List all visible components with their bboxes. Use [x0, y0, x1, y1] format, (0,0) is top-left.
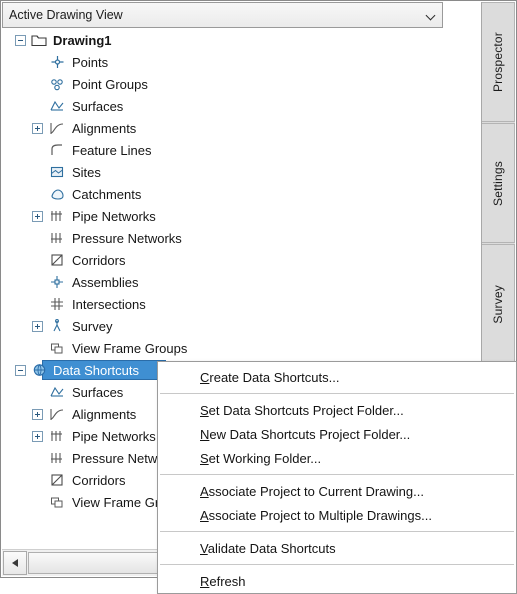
tree-item-ds-surfaces-label: Surfaces: [72, 384, 124, 400]
pipe-networks-icon: [49, 208, 66, 224]
pressure-networks-icon: [49, 230, 66, 246]
tree-item-survey[interactable]: Survey: [2, 315, 443, 337]
tree-item-catchments[interactable]: Catchments: [2, 183, 443, 205]
menu-item-refresh[interactable]: Refresh: [158, 569, 516, 593]
view-frame-groups-icon: [49, 340, 66, 356]
expander-plus-icon[interactable]: [32, 210, 43, 222]
menu-item-associate-project-to-multiple-drawings-label: Associate Project to Multiple Drawings..…: [200, 507, 432, 523]
expander-plus-icon[interactable]: [32, 430, 43, 442]
expander-plus-icon[interactable]: [32, 320, 43, 332]
tab-settings[interactable]: Settings: [482, 123, 515, 243]
tree-item-drawing1-label: Drawing1: [53, 32, 112, 48]
feature-lines-icon: [49, 142, 66, 158]
expander-minus-icon[interactable]: [15, 364, 26, 376]
menu-item-create-data-shortcuts[interactable]: Create Data Shortcuts...: [158, 365, 516, 389]
drawing-icon: [31, 32, 48, 48]
menu-separator: [160, 531, 514, 532]
menu-item-associate-project-to-multiple-drawings[interactable]: Associate Project to Multiple Drawings..…: [158, 503, 516, 527]
prospector-panel: Active Drawing View Prospector Settings …: [0, 0, 517, 594]
intersections-icon: [49, 296, 66, 312]
active-drawing-view-label: Active Drawing View: [9, 8, 123, 22]
tree-item-feature-lines-label: Feature Lines: [72, 142, 152, 158]
data-shortcuts-icon: [31, 362, 48, 378]
tab-prospector-label: Prospector: [491, 31, 505, 93]
view-frame-groups-icon: [49, 494, 66, 510]
chevron-down-icon[interactable]: [420, 3, 442, 27]
tree-item-pressure-networks-label: Pressure Networks: [72, 230, 182, 246]
tree-item-assemblies[interactable]: Assemblies: [2, 271, 443, 293]
data-shortcuts-context-menu[interactable]: Create Data Shortcuts... Set Data Shortc…: [157, 361, 517, 594]
menu-item-refresh-label: Refresh: [200, 573, 246, 589]
tree-item-catchments-label: Catchments: [72, 186, 142, 202]
tree-item-assemblies-label: Assemblies: [72, 274, 139, 290]
tree-item-sites-label: Sites: [72, 164, 101, 180]
tree-item-alignments[interactable]: Alignments: [2, 117, 443, 139]
alignments-icon: [49, 406, 66, 422]
assemblies-icon: [49, 274, 66, 290]
corridors-icon: [49, 252, 66, 268]
surfaces-icon: [49, 98, 66, 114]
menu-item-associate-project-to-current-drawing[interactable]: Associate Project to Current Drawing...: [158, 479, 516, 503]
tree-item-points-label: Points: [72, 54, 109, 70]
menu-item-validate-data-shortcuts[interactable]: Validate Data Shortcuts: [158, 536, 516, 560]
expander-minus-icon[interactable]: [15, 34, 26, 46]
menu-item-set-working-folder-label: Set Working Folder...: [200, 450, 322, 466]
tree-item-sites[interactable]: Sites: [2, 161, 443, 183]
tree-item-survey-label: Survey: [72, 318, 113, 334]
tree-item-view-frame-groups-label: View Frame Groups: [72, 340, 188, 356]
menu-item-set-data-shortcuts-project-folder[interactable]: Set Data Shortcuts Project Folder...: [158, 398, 516, 422]
pressure-networks-icon: [49, 450, 66, 466]
tree-item-ds-alignments-label: Alignments: [72, 406, 137, 422]
menu-item-validate-data-shortcuts-label: Validate Data Shortcuts: [200, 540, 336, 556]
menu-item-associate-project-to-current-drawing-label: Associate Project to Current Drawing...: [200, 483, 424, 499]
tree-item-ds-pipe-networks-label: Pipe Networks: [72, 428, 156, 444]
surfaces-icon: [49, 384, 66, 400]
expander-plus-icon[interactable]: [32, 122, 43, 134]
tree-item-alignments-label: Alignments: [72, 120, 137, 136]
tree-item-view-frame-groups[interactable]: View Frame Groups: [2, 337, 443, 359]
menu-item-new-data-shortcuts-project-folder[interactable]: New Data Shortcuts Project Folder...: [158, 422, 516, 446]
active-drawing-view-combobox[interactable]: Active Drawing View: [2, 2, 443, 28]
sites-icon: [49, 164, 66, 180]
menu-separator: [160, 393, 514, 394]
tree-item-intersections[interactable]: Intersections: [2, 293, 443, 315]
tab-settings-label: Settings: [491, 160, 505, 206]
tree-item-pressure-networks[interactable]: Pressure Networks: [2, 227, 443, 249]
tree-item-data-shortcuts-label: Data Shortcuts: [53, 362, 139, 378]
menu-separator: [160, 564, 514, 565]
scrollbar-thumb[interactable]: [28, 552, 158, 574]
tree-item-feature-lines[interactable]: Feature Lines: [2, 139, 443, 161]
menu-item-create-data-shortcuts-label: Create Data Shortcuts...: [200, 369, 340, 385]
point-groups-icon: [49, 76, 66, 92]
menu-separator: [160, 474, 514, 475]
menu-item-set-data-shortcuts-project-folder-label: Set Data Shortcuts Project Folder...: [200, 402, 404, 418]
tab-survey-label: Survey: [491, 284, 505, 324]
survey-icon: [49, 318, 66, 334]
tree-item-point-groups-label: Point Groups: [72, 76, 148, 92]
tree-item-surfaces-label: Surfaces: [72, 98, 124, 114]
tree-item-ds-corridors-label: Corridors: [72, 472, 126, 488]
alignments-icon: [49, 120, 66, 136]
tree-item-corridors[interactable]: Corridors: [2, 249, 443, 271]
menu-item-set-working-folder[interactable]: Set Working Folder...: [158, 446, 516, 470]
tree-item-intersections-label: Intersections: [72, 296, 146, 312]
expander-plus-icon[interactable]: [32, 408, 43, 420]
catchments-icon: [49, 186, 66, 202]
pipe-networks-icon: [49, 428, 66, 444]
tab-prospector[interactable]: Prospector: [482, 2, 515, 122]
menu-item-new-data-shortcuts-project-folder-label: New Data Shortcuts Project Folder...: [200, 426, 411, 442]
tree-item-corridors-label: Corridors: [72, 252, 126, 268]
tree-item-surfaces[interactable]: Surfaces: [2, 95, 443, 117]
tree-item-pipe-networks[interactable]: Pipe Networks: [2, 205, 443, 227]
tree-item-pipe-networks-label: Pipe Networks: [72, 208, 156, 224]
tree-item-point-groups[interactable]: Point Groups: [2, 73, 443, 95]
tab-survey[interactable]: Survey: [482, 244, 515, 364]
tree-item-drawing1[interactable]: Drawing1: [2, 29, 443, 51]
tree-item-points[interactable]: Points: [2, 51, 443, 73]
corridors-icon: [49, 472, 66, 488]
points-icon: [49, 54, 66, 70]
scroll-left-button[interactable]: [3, 551, 27, 575]
